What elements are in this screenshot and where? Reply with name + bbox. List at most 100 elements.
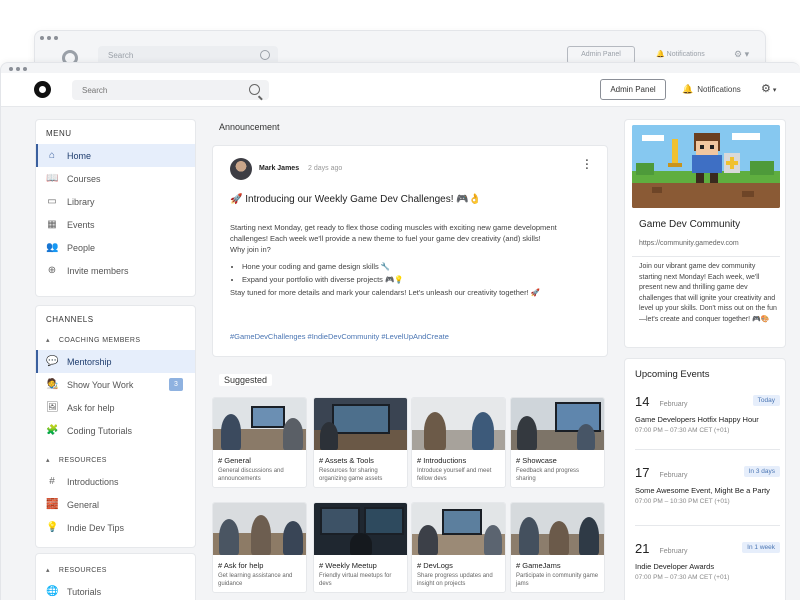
channel-thumbnail xyxy=(511,398,604,450)
sidebar-item-library[interactable]: ▭ Library xyxy=(36,190,195,213)
channel-group-resources[interactable]: ▴ RESOURCES xyxy=(36,450,195,470)
sidebar-item-events[interactable]: ▦ Events xyxy=(36,213,195,236)
sidebar-item-ask-for-help[interactable]: 🖼 Ask for help xyxy=(36,396,195,419)
channel-description: Participate in community game jams xyxy=(516,573,599,587)
event-item[interactable]: 14 February Today Game Developers Hotfix… xyxy=(635,393,780,434)
suggested-channel-card[interactable]: # Introductions Introduce yourself and m… xyxy=(411,397,506,488)
event-name: Indie Developer Awards xyxy=(635,562,715,571)
sidebar-item-tutorials[interactable]: 🌐 Tutorials xyxy=(36,580,195,600)
sidebar-item-label: Indie Dev Tips xyxy=(67,522,125,533)
suggested-channel-card[interactable]: # Showcase Feedback and progress sharing xyxy=(510,397,605,488)
settings-menu[interactable]: ⚙ ▾ xyxy=(761,82,776,95)
event-item[interactable]: 21 February In 1 week Indie Developer Aw… xyxy=(635,540,780,581)
sidebar-item-people[interactable]: 👥 People xyxy=(36,236,195,259)
channel-thumbnail xyxy=(213,398,306,450)
community-title: Game Dev Community xyxy=(639,219,741,230)
community-description: Join our vibrant game dev community star… xyxy=(639,263,777,323)
channel-description: Share progress updates and insight on pr… xyxy=(417,573,493,587)
suggested-channel-card[interactable]: # DevLogs Share progress updates and ins… xyxy=(411,502,506,593)
channel-thumbnail xyxy=(511,503,604,555)
notifications-button[interactable]: 🔔 Notifications xyxy=(682,84,741,95)
suggested-channel-card[interactable]: # Assets & Tools Resources for sharing o… xyxy=(313,397,408,488)
tips-icon: 💡 xyxy=(46,522,59,533)
sidebar-item-label: People xyxy=(67,242,96,253)
event-day: 17 xyxy=(635,465,650,480)
post-body: Starting next Monday, get ready to flex … xyxy=(230,222,590,298)
event-item[interactable]: 17 February In 3 days Some Awesome Event… xyxy=(635,464,780,505)
upcoming-events-card: Upcoming Events 14 February Today Game D… xyxy=(624,358,786,600)
resources-panel: ▴ RESOURCES 🌐 Tutorials xyxy=(35,553,196,600)
channel-thumbnail xyxy=(314,398,407,450)
search-input[interactable] xyxy=(72,80,269,100)
bell-icon: 🔔 xyxy=(682,84,694,94)
logo-icon[interactable] xyxy=(34,81,51,98)
resources-group-title[interactable]: ▴ RESOURCES xyxy=(36,560,195,580)
library-icon: ▭ xyxy=(47,196,57,207)
channel-group-coaching[interactable]: ▴ COACHING MEMBERS xyxy=(36,330,195,350)
sidebar-item-label: Events xyxy=(67,219,95,230)
suggested-channel-card[interactable]: # General General discussions and announ… xyxy=(212,397,307,488)
suggested-channel-card[interactable]: # Weekly Meetup Friendly virtual meetups… xyxy=(313,502,408,593)
community-card: Game Dev Community https://community.gam… xyxy=(624,119,786,348)
channel-thumbnail xyxy=(213,503,306,555)
calendar-icon: ▦ xyxy=(47,219,57,230)
search-icon xyxy=(260,50,270,60)
chevron-down-icon: ▾ xyxy=(772,87,777,94)
sidebar-item-label: Introductions xyxy=(67,476,119,487)
channel-description: Get learning assistance and guidance xyxy=(218,573,293,587)
sidebar-item-label: Ask for help xyxy=(67,402,115,413)
sidebar-item-courses[interactable]: 📖 Courses xyxy=(36,167,195,190)
presenter-icon: 🧑‍🎨 xyxy=(46,379,59,390)
event-time: 07:00 PM – 10:30 PM CET (+01) xyxy=(635,498,730,505)
sidebar-item-label: Invite members xyxy=(67,265,129,276)
sidebar-item-mentorship[interactable]: 💬 Mentorship xyxy=(36,350,195,373)
home-icon: ⌂ xyxy=(48,150,56,161)
post-hashtags[interactable]: #GameDevChallenges #IndieDevCommunity #L… xyxy=(230,332,449,341)
sidebar-item-general[interactable]: 🧱 General xyxy=(36,493,195,516)
admin-panel-button[interactable]: Admin Panel xyxy=(600,79,666,100)
sidebar-item-label: Show Your Work xyxy=(67,379,134,390)
sidebar-item-indie-dev-tips[interactable]: 💡 Indie Dev Tips xyxy=(36,516,195,539)
author-name[interactable]: Mark James xyxy=(259,165,299,172)
post-time: 2 days ago xyxy=(308,165,343,172)
post-bullet: Hone your coding and game design skills … xyxy=(242,261,590,272)
sidebar-item-label: Coding Tutorials xyxy=(67,425,133,436)
background-notifications-label: Notifications xyxy=(666,51,705,58)
post-bullet: Expand your portfolio with diverse proje… xyxy=(242,274,590,285)
sidebar-item-label: Library xyxy=(67,196,95,207)
chat-bubbles-icon: 💬 xyxy=(46,356,59,367)
channel-name: # Introductions xyxy=(417,456,467,465)
channels-title: CHANNELS xyxy=(46,315,94,324)
channel-name: # GameJams xyxy=(516,561,561,570)
more-options-icon[interactable]: · · · xyxy=(585,156,589,175)
help-icon: 🖼 xyxy=(46,402,59,413)
channels-panel: CHANNELS ▴ COACHING MEMBERS 💬 Mentorship… xyxy=(35,305,196,548)
channel-thumbnail xyxy=(412,503,505,555)
event-month: February xyxy=(659,548,688,555)
post-title: 🚀 Introducing our Weekly Game Dev Challe… xyxy=(230,194,482,205)
channel-description: Friendly virtual meetups for devs xyxy=(319,573,392,587)
suggested-channel-card[interactable]: # GameJams Participate in community game… xyxy=(510,502,605,593)
sidebar-item-label: General xyxy=(67,499,100,510)
event-name: Game Developers Hotfix Happy Hour xyxy=(635,415,759,424)
sidebar-item-invite-members[interactable]: ⊕ Invite members xyxy=(36,259,195,282)
gear-icon: ⚙ xyxy=(761,83,771,95)
search-icon[interactable] xyxy=(249,84,260,95)
community-url[interactable]: https://community.gamedev.com xyxy=(639,240,739,247)
sidebar-item-home[interactable]: ⌂ Home xyxy=(36,144,195,167)
sidebar-item-coding-tutorials[interactable]: 🧩 Coding Tutorials xyxy=(36,419,195,442)
book-icon: 📖 xyxy=(46,173,59,184)
divider xyxy=(632,256,780,257)
event-day: 14 xyxy=(635,394,650,409)
avatar[interactable] xyxy=(230,158,252,180)
suggested-channel-card[interactable]: # Ask for help Get learning assistance a… xyxy=(212,502,307,593)
sidebar-item-show-your-work[interactable]: 🧑‍🎨 Show Your Work 3 xyxy=(36,373,195,396)
channel-thumbnail xyxy=(412,398,505,450)
event-time: 07:00 PM – 07:30 AM CET (+01) xyxy=(635,574,730,581)
menu-title: MENU xyxy=(46,129,72,138)
channel-group-title: RESOURCES xyxy=(58,456,107,464)
channel-description: Resources for sharing organizing game as… xyxy=(319,468,383,482)
sidebar-item-introductions[interactable]: # Introductions xyxy=(36,470,195,493)
suggested-section-label: Suggested xyxy=(219,374,273,386)
menu-panel: MENU ⌂ Home 📖 Courses ▭ Library ▦ Events… xyxy=(35,119,196,297)
